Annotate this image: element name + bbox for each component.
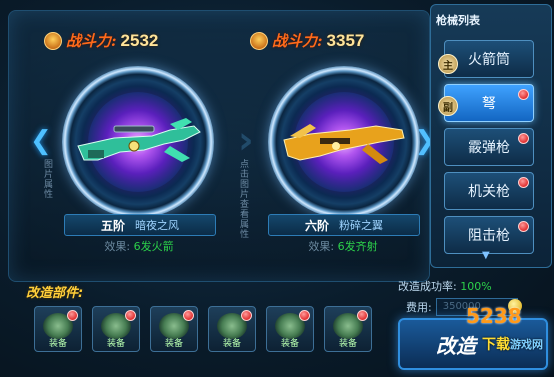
- success-rate-label: 改造成功率:: [398, 280, 457, 293]
- right-weapon-ring[interactable]: [268, 66, 420, 218]
- notification-dot-icon: [67, 310, 78, 321]
- watermark-download: 下载: [482, 337, 510, 353]
- gun-list-item-label: 阻击枪: [468, 228, 510, 244]
- left-weapon-ring[interactable]: [62, 66, 214, 218]
- success-rate-value: 100%: [460, 280, 492, 293]
- left-effect-value: 6发火箭: [133, 240, 174, 253]
- notification-dot-icon: [299, 310, 310, 321]
- gun-list-title: 枪械列表: [436, 14, 480, 27]
- mod-slot[interactable]: 装备: [324, 306, 372, 352]
- gun-list-item-rocket-launcher[interactable]: 火箭筒: [444, 40, 534, 78]
- gun-list-item-label: 火箭筒: [468, 52, 510, 68]
- mod-slot[interactable]: 装备: [34, 306, 82, 352]
- notification-dot-icon: [125, 310, 136, 321]
- site-watermark: 5238 下载 游戏网: [466, 304, 548, 374]
- scroll-down-icon[interactable]: ▼: [482, 250, 490, 261]
- right-weapon-namebar: 六阶 粉碎之翼: [268, 214, 420, 236]
- right-effect-label: 效果:: [308, 240, 335, 253]
- right-weapon-name: 粉碎之翼: [339, 219, 383, 232]
- left-weapon-namebar: 五阶 暗夜之风: [64, 214, 216, 236]
- notification-dot-icon: [357, 310, 368, 321]
- mod-slot-label: 装备: [222, 339, 241, 349]
- mod-slot-label: 装备: [106, 339, 125, 349]
- left-weapon-effect: 效果: 6发火箭: [64, 238, 214, 254]
- right-power-value: 3357: [326, 30, 365, 50]
- left-power: 战斗力: 2532: [44, 30, 158, 51]
- right-weapon-effect: 效果: 6发齐射: [268, 238, 418, 254]
- crossbow-weapon-icon: [77, 118, 201, 162]
- mod-slot[interactable]: 装备: [92, 306, 140, 352]
- right-effect-value: 6发齐射: [337, 240, 378, 253]
- left-weapon-name: 暗夜之风: [135, 219, 179, 232]
- gun-list-item-sniper[interactable]: 阻击枪: [444, 216, 534, 254]
- crossbow-weapon-icon: [283, 124, 405, 164]
- prev-arrow-icon[interactable]: ❮: [30, 126, 52, 156]
- gun-list-item-shotgun[interactable]: 霰弹枪: [444, 128, 534, 166]
- notification-dot-icon: [518, 221, 529, 232]
- mod-slot[interactable]: 装备: [150, 306, 198, 352]
- watermark-site: 游戏网: [510, 338, 543, 351]
- compare-chevron-icon: ›: [238, 118, 254, 162]
- cost-label: 费用:: [406, 301, 432, 314]
- secondary-tag-icon: 副: [438, 96, 458, 116]
- left-effect-label: 效果:: [104, 240, 131, 253]
- gun-list-item-label: 弩: [482, 96, 496, 112]
- right-power: 战斗力: 3357: [250, 30, 364, 51]
- primary-tag-icon: 主: [438, 54, 458, 74]
- mod-slot-label: 装备: [280, 339, 299, 349]
- gun-list-item-label: 机关枪: [468, 184, 510, 200]
- right-side-note: 点击图片查看属性: [240, 160, 250, 240]
- left-power-value: 2532: [120, 30, 159, 50]
- watermark-number: 5238: [466, 304, 522, 328]
- mod-slot[interactable]: 装备: [208, 306, 256, 352]
- gun-list-item-label: 霰弹枪: [468, 140, 510, 156]
- mod-slot-label: 装备: [48, 339, 67, 349]
- right-weapon-tier: 六阶: [304, 218, 329, 233]
- right-power-label: 战斗力:: [272, 32, 323, 50]
- left-power-label: 战斗力:: [66, 32, 117, 50]
- notification-dot-icon: [518, 133, 529, 144]
- mod-slot-label: 装备: [338, 339, 357, 349]
- notification-dot-icon: [518, 177, 529, 188]
- mod-slot[interactable]: 装备: [266, 306, 314, 352]
- left-side-note: 图片属性: [44, 160, 54, 200]
- skull-icon: [250, 31, 268, 50]
- mods-title: 改造部件:: [26, 286, 84, 301]
- skull-icon: [44, 31, 62, 50]
- notification-dot-icon: [518, 89, 529, 100]
- mod-slot-label: 装备: [164, 339, 183, 349]
- notification-dot-icon: [183, 310, 194, 321]
- left-weapon-tier: 五阶: [100, 218, 125, 233]
- success-rate: 改造成功率: 100%: [398, 278, 492, 294]
- notification-dot-icon: [241, 310, 252, 321]
- gun-list-item-machine-gun[interactable]: 机关枪: [444, 172, 534, 210]
